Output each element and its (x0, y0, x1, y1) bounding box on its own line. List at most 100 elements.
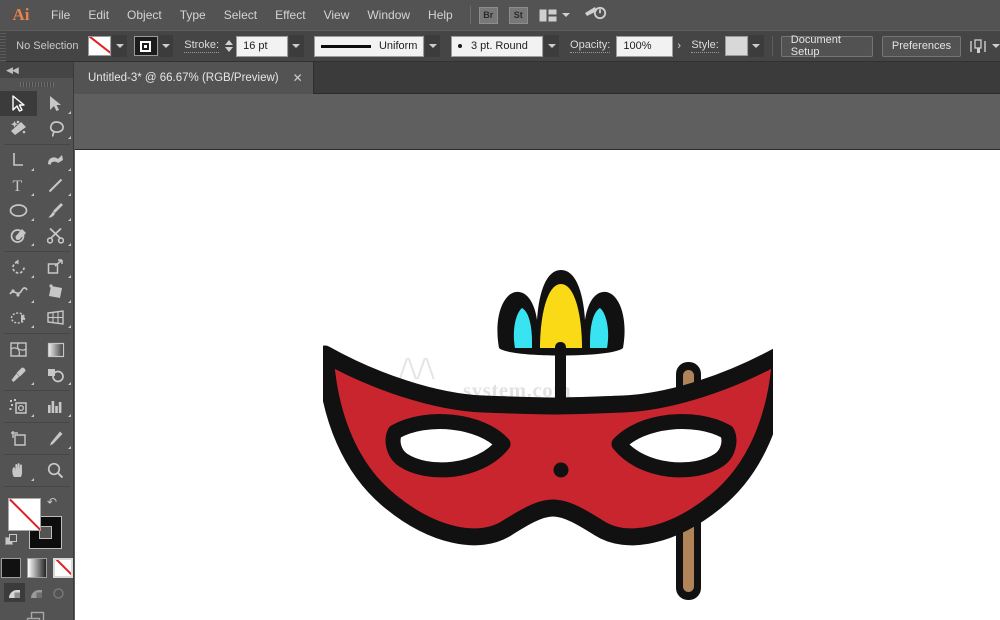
default-fill-stroke-icon[interactable] (5, 534, 18, 546)
stroke-swatch-dropdown[interactable] (159, 35, 174, 57)
draw-behind-button[interactable] (26, 583, 47, 602)
bridge-button[interactable]: Br (479, 7, 498, 24)
stroke-color-swatch[interactable] (134, 36, 157, 56)
stroke-weight-dropdown[interactable] (289, 35, 304, 57)
slice-tool[interactable] (37, 426, 74, 451)
menu-select[interactable]: Select (215, 0, 266, 30)
tool-divider (4, 144, 70, 145)
mask-body (325, 354, 773, 537)
mask-right-eye (619, 422, 729, 470)
scale-tool[interactable] (37, 255, 74, 280)
stroke-weight-stepper[interactable] (225, 40, 233, 52)
tool-divider (4, 390, 70, 391)
menu-view[interactable]: View (315, 0, 359, 30)
eyedropper-tool[interactable] (0, 362, 37, 387)
menu-file[interactable]: File (42, 0, 79, 30)
carnival-mask-illustration[interactable] (323, 262, 773, 607)
stroke-weight-label: Stroke: (184, 39, 219, 53)
tools-panel: ◀◀ (0, 62, 74, 620)
zoom-tool[interactable] (37, 458, 74, 483)
mask-center-stem (555, 342, 566, 402)
swap-fill-stroke-icon[interactable]: ↶ (47, 495, 57, 509)
close-icon[interactable]: ✕ (293, 72, 303, 84)
gradient-mode-button[interactable] (27, 558, 47, 578)
fill-swatch-dropdown[interactable] (112, 35, 127, 57)
workspace-switcher-icon[interactable] (584, 4, 608, 27)
curvature-tool[interactable] (37, 148, 74, 173)
blend-tool[interactable] (37, 362, 74, 387)
stroke-weight-input[interactable]: 16 pt (236, 36, 288, 57)
fill-none-swatch[interactable] (8, 498, 41, 531)
draw-inside-button[interactable] (48, 583, 69, 602)
tools-panel-header: ◀◀ (0, 62, 73, 78)
none-mode-button[interactable] (53, 558, 73, 578)
stroke-profile-label: Uniform (379, 40, 418, 52)
document-tab[interactable]: Untitled-3* @ 66.67% (RGB/Preview) ✕ (74, 62, 314, 94)
align-to-pixel-grid-icon[interactable] (970, 39, 1000, 54)
stroke-profile-dropdown[interactable] (425, 35, 440, 57)
graphic-style-swatch[interactable] (725, 36, 748, 56)
brush-definition-select[interactable]: 3 pt. Round (451, 36, 543, 57)
opacity-input[interactable]: 100% (616, 36, 672, 57)
tools-panel-grip[interactable] (0, 78, 73, 91)
menu-object[interactable]: Object (118, 0, 171, 30)
lasso-tool[interactable] (37, 116, 74, 141)
ellipse-tool[interactable] (0, 198, 37, 223)
app-logo-icon: Ai (0, 0, 42, 30)
menu-type[interactable]: Type (171, 0, 215, 30)
brush-definition-dropdown[interactable] (544, 35, 559, 57)
rotate-tool[interactable] (0, 255, 37, 280)
width-tool[interactable] (0, 280, 37, 305)
stock-button[interactable]: St (509, 7, 528, 24)
document-setup-button[interactable]: Document Setup (781, 36, 873, 57)
shaper-tool[interactable] (0, 223, 37, 248)
stroke-swatch-inner (140, 41, 151, 52)
document-tab-bar: Untitled-3* @ 66.67% (RGB/Preview) ✕ (0, 62, 1000, 94)
symbol-sprayer-tool[interactable] (0, 394, 37, 419)
selection-status-label: No Selection (12, 40, 88, 52)
draw-normal-button[interactable] (4, 583, 25, 602)
menu-help[interactable]: Help (419, 0, 462, 30)
brush-definition-label: 3 pt. Round (471, 40, 528, 52)
selection-tool[interactable] (0, 91, 37, 116)
menu-effect[interactable]: Effect (266, 0, 314, 30)
graphic-style-dropdown[interactable] (749, 35, 764, 57)
change-screen-mode-button[interactable] (24, 611, 50, 620)
hand-tool[interactable] (0, 458, 37, 483)
gradient-tool[interactable] (37, 337, 74, 362)
magic-wand-tool[interactable] (0, 116, 37, 141)
opacity-more-options-button[interactable]: › (673, 35, 686, 57)
collapse-panel-icon[interactable]: ◀◀ (6, 65, 18, 76)
control-bar: No Selection Stroke: 16 pt Uniform 3 pt.… (0, 30, 1000, 62)
column-graph-tool[interactable] (37, 394, 74, 419)
pen-tool[interactable] (0, 148, 37, 173)
canvas-area[interactable]: /\/\ system.com (74, 94, 1000, 620)
tool-divider (4, 333, 70, 334)
perspective-grid-tool[interactable] (37, 305, 74, 330)
control-bar-grip[interactable] (0, 30, 6, 62)
chevron-down-icon (992, 44, 1000, 48)
artboard[interactable]: /\/\ system.com (75, 149, 1000, 620)
arrange-documents-icon[interactable] (539, 9, 570, 22)
tool-divider (4, 422, 70, 423)
menu-edit[interactable]: Edit (79, 0, 118, 30)
color-mode-buttons (0, 558, 73, 578)
type-tool[interactable]: T (0, 173, 37, 198)
paintbrush-tool[interactable] (37, 198, 74, 223)
opacity-label: Opacity: (570, 39, 610, 53)
mesh-tool[interactable] (0, 337, 37, 362)
document-tab-title: Untitled-3* @ 66.67% (RGB/Preview) (88, 72, 279, 84)
scissors-tool[interactable] (37, 223, 74, 248)
artboard-tool[interactable] (0, 426, 37, 451)
screen-mode-row (0, 611, 73, 620)
fill-color-swatch[interactable] (88, 36, 111, 56)
preferences-button[interactable]: Preferences (882, 36, 961, 57)
menu-window[interactable]: Window (358, 0, 419, 30)
free-transform-tool[interactable] (37, 280, 74, 305)
stroke-profile-select[interactable]: Uniform (314, 36, 424, 57)
chevron-down-icon (752, 44, 760, 48)
direct-selection-tool[interactable] (37, 91, 74, 116)
line-segment-tool[interactable] (37, 173, 74, 198)
shape-builder-tool[interactable] (0, 305, 37, 330)
color-mode-button[interactable] (1, 558, 21, 578)
